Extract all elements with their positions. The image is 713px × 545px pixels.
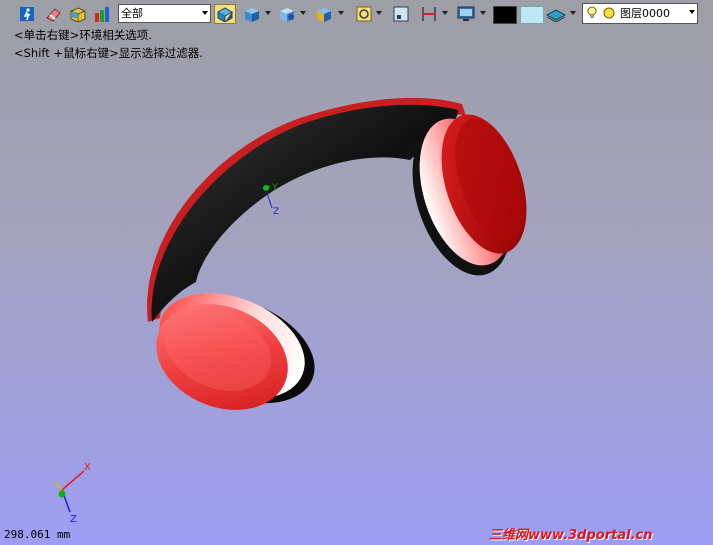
layer-value: 图层0000 (620, 7, 670, 20)
axis-x-label: X (84, 462, 91, 473)
hint-right-click: <单击右键>环境相关选项. (14, 28, 152, 42)
headphone-model[interactable]: Y Z X Z (0, 0, 713, 545)
select-filter-icon[interactable] (214, 4, 236, 24)
cube-view-icon[interactable] (277, 4, 297, 24)
display-icon[interactable] (456, 4, 476, 24)
axis-triad: X Z (54, 462, 91, 525)
zoom-fit-icon[interactable] (354, 4, 374, 24)
toolbar: 全部 图层0000 (0, 0, 713, 28)
model-triad: Y Z (263, 183, 279, 217)
chevron-down-icon[interactable] (376, 11, 382, 15)
chevron-down-icon[interactable] (300, 11, 306, 15)
headband (151, 104, 459, 322)
bulb-icon[interactable] (586, 6, 598, 20)
cube-icon[interactable] (242, 4, 262, 24)
layer-select[interactable]: 图层0000 (582, 3, 698, 24)
chevron-down-icon[interactable] (338, 11, 344, 15)
chevron-down-icon (202, 11, 208, 15)
run-icon[interactable] (17, 4, 37, 24)
triad-z-label: Z (273, 207, 279, 217)
chevron-down-icon[interactable] (442, 11, 448, 15)
scale-readout: 298.061 mm (4, 528, 71, 541)
cube-shade-icon[interactable] (314, 4, 334, 24)
hint-shift-right-click: <Shift +鼠标右键>显示选择过滤器. (14, 46, 203, 60)
black-color-swatch[interactable] (493, 6, 517, 24)
axis-z-label: Z (70, 514, 77, 525)
window-icon[interactable] (391, 4, 411, 24)
triad-y-label: Y (271, 183, 278, 193)
chevron-down-icon[interactable] (570, 11, 576, 15)
3d-viewport[interactable]: Y Z X Z 全部 图层0000 <单击右键>环境相关选项. <Shift +… (0, 0, 713, 545)
bar-chart-icon[interactable] (93, 4, 113, 24)
chevron-down-icon[interactable] (265, 11, 271, 15)
selection-filter-select[interactable]: 全部 (118, 4, 211, 23)
eraser-icon[interactable] (44, 4, 64, 24)
chevron-down-icon[interactable] (480, 11, 486, 15)
watermark: 三维网www.3dportal.cn (489, 528, 653, 543)
light-color-swatch[interactable] (520, 6, 544, 24)
layer-status-icon[interactable] (603, 7, 615, 19)
layer-plane-icon[interactable] (546, 4, 566, 24)
selection-filter-value: 全部 (121, 7, 143, 20)
section-icon[interactable] (419, 4, 439, 24)
chevron-down-icon (689, 10, 695, 14)
box-icon[interactable] (68, 4, 88, 24)
